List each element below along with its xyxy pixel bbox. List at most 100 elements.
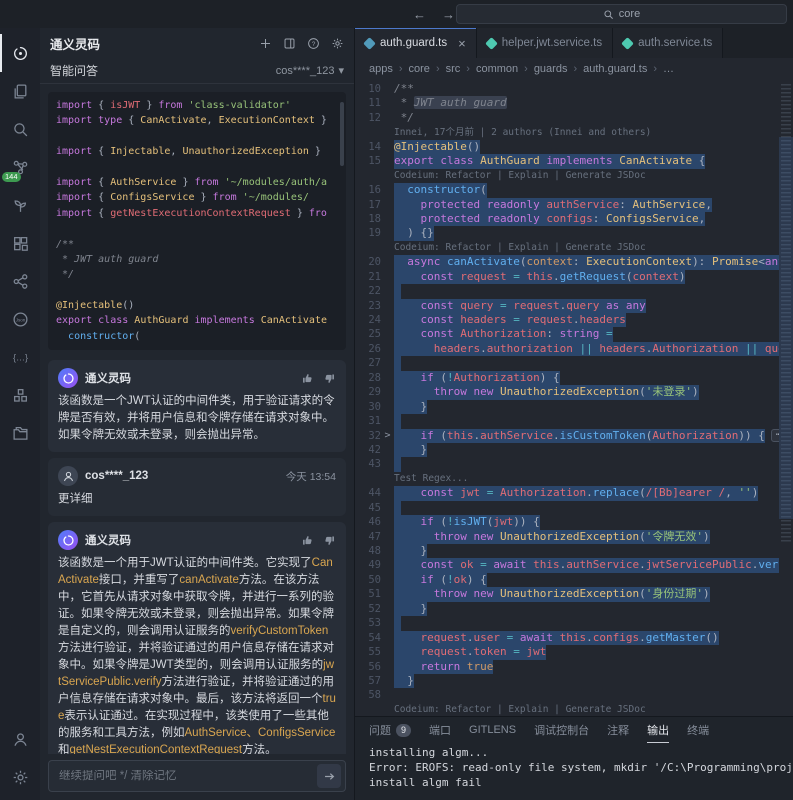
activitybar-item-braces[interactable]: {…}: [0, 338, 40, 376]
panel-tab-label: 输出: [647, 722, 669, 738]
chat-input[interactable]: [59, 770, 311, 782]
output-content[interactable]: installing algm...Error: EROFS: read-onl…: [355, 743, 793, 800]
activitybar-item-blocks[interactable]: [0, 376, 40, 414]
panel-tab-GITLENS[interactable]: GITLENS: [469, 717, 516, 743]
code-token: [394, 299, 421, 312]
activitybar-item-account[interactable]: [0, 720, 40, 758]
assistant-avatar: [58, 530, 78, 550]
tab-smart-qa[interactable]: 智能问答: [50, 62, 98, 79]
message-header: 通义灵码: [58, 368, 336, 388]
code-token: [394, 327, 421, 340]
breadcrumb-item[interactable]: …: [663, 63, 674, 75]
breadcrumb-separator: ›: [653, 63, 657, 75]
code-text: [394, 414, 401, 428]
activitybar-item-settings[interactable]: [0, 758, 40, 796]
line-number: 57: [355, 674, 381, 688]
activitybar-item-plant[interactable]: [0, 186, 40, 224]
code-token: Authorization: [652, 342, 738, 355]
close-tab-icon[interactable]: ×: [458, 36, 466, 51]
line-number: 46: [355, 515, 381, 529]
code-row: 10/**: [355, 82, 779, 96]
code-token: token: [473, 645, 506, 658]
code-token[interactable]: Innei, 17个月前 | 2 authors (Innei and othe…: [394, 127, 651, 138]
minimap[interactable]: [779, 80, 793, 716]
code-text: /**: [394, 82, 414, 96]
fold-chevron-icon[interactable]: >: [381, 429, 394, 443]
breadcrumb-item[interactable]: auth.guard.ts: [583, 63, 647, 75]
breadcrumb-item[interactable]: common: [476, 63, 518, 75]
send-button[interactable]: [317, 764, 341, 788]
thumbs-up-icon[interactable]: [301, 534, 314, 547]
line-number: 42: [355, 443, 381, 457]
code-token: (: [639, 530, 646, 543]
activitybar-item-explorer[interactable]: [0, 72, 40, 110]
panel-tab-输出[interactable]: 输出: [647, 717, 669, 743]
breadcrumb-item[interactable]: apps: [369, 63, 393, 75]
code-token: JWT auth guard: [414, 96, 507, 109]
code-token: }: [176, 177, 194, 188]
code-text: throw new UnauthorizedException('令牌无效'): [394, 530, 710, 544]
code-text: const Authorization: string =: [394, 327, 613, 341]
panel-tab-调试控制台[interactable]: 调试控制台: [534, 717, 589, 743]
code-token: {: [692, 154, 705, 167]
nav-forward-icon[interactable]: →: [442, 7, 455, 22]
code-text: [394, 457, 401, 471]
thumbs-up-icon[interactable]: [301, 372, 314, 385]
help-icon[interactable]: ?: [307, 37, 320, 50]
command-center-search[interactable]: core: [456, 4, 787, 24]
line-number: 32: [355, 429, 381, 443]
context-code-line: constructor(: [56, 329, 338, 344]
code-row: 51 throw new UnauthorizedException('身份过期…: [355, 587, 779, 601]
editor-tab[interactable]: auth.guard.ts×: [355, 28, 477, 58]
line-number: 28: [355, 371, 381, 385]
thumbs-down-icon[interactable]: [323, 534, 336, 547]
code-token[interactable]: Codeium: Refactor | Explain | Generate J…: [394, 704, 646, 715]
open-panel-icon[interactable]: [283, 37, 296, 50]
code-token: if: [421, 371, 434, 384]
editor-tab[interactable]: helper.jwt.service.ts: [477, 28, 613, 58]
activitybar-item-extensions[interactable]: [0, 224, 40, 262]
code-token[interactable]: Codeium: Refactor | Explain | Generate J…: [394, 170, 646, 181]
breadcrumb-item[interactable]: core: [409, 63, 430, 75]
context-code-line: * JWT auth guard: [56, 252, 338, 267]
context-code: import { isJWT } from 'class-validator'i…: [48, 92, 346, 350]
code-token: request: [421, 645, 467, 658]
code-token: !: [447, 573, 454, 586]
activitybar-item-search[interactable]: [0, 110, 40, 148]
code-mention: verifyCustomToken: [231, 625, 329, 637]
code-token: AuthService: [632, 198, 705, 211]
panel-tab-终端[interactable]: 终端: [687, 717, 709, 743]
thumbs-down-icon[interactable]: [323, 372, 336, 385]
new-session-icon[interactable]: [259, 37, 272, 50]
activitybar-item-tongyi-lingma[interactable]: [0, 34, 40, 72]
code-token: [467, 385, 474, 398]
code-token[interactable]: Codeium: Refactor | Explain | Generate J…: [394, 242, 646, 253]
code-token: throw: [434, 385, 467, 398]
editor-tab[interactable]: auth.service.ts: [613, 28, 723, 58]
code-token[interactable]: Test Regex...: [394, 473, 468, 484]
code-token: new: [474, 587, 494, 600]
activitybar-item-folders[interactable]: [0, 414, 40, 452]
search-value: core: [619, 8, 640, 20]
code-row: 18 protected readonly configs: ConfigsSe…: [355, 212, 779, 226]
panel-tab-注释[interactable]: 注释: [607, 717, 629, 743]
breadcrumb-item[interactable]: guards: [534, 63, 568, 75]
chat-input-box: [48, 760, 346, 792]
code-token: query: [765, 342, 779, 355]
settings-icon[interactable]: [331, 37, 344, 50]
activitybar-item-graph[interactable]: 144: [0, 148, 40, 186]
account-menu[interactable]: cos****_123 ▾: [276, 64, 344, 77]
activitybar-item-json[interactable]: Json: [0, 300, 40, 338]
extensions-icon: [12, 235, 29, 252]
code-text: request.user = await this.configs.getMas…: [394, 631, 719, 645]
code-token: headers: [579, 313, 625, 326]
activitybar-item-share[interactable]: [0, 262, 40, 300]
breadcrumb-item[interactable]: src: [446, 63, 461, 75]
folded-region-badge[interactable]: ⋯: [771, 429, 779, 442]
panel-tab-问题[interactable]: 问题9: [369, 717, 411, 743]
chat-scroll-area[interactable]: import { isJWT } from 'class-validator'i…: [40, 84, 354, 754]
nav-back-icon[interactable]: ←: [413, 7, 426, 22]
panel-tab-端口[interactable]: 端口: [429, 717, 451, 743]
code-token: jwtServicePublic: [646, 558, 752, 571]
code-lines[interactable]: 10/**11 * JWT auth guard12 */Innei, 17个月…: [355, 80, 779, 716]
